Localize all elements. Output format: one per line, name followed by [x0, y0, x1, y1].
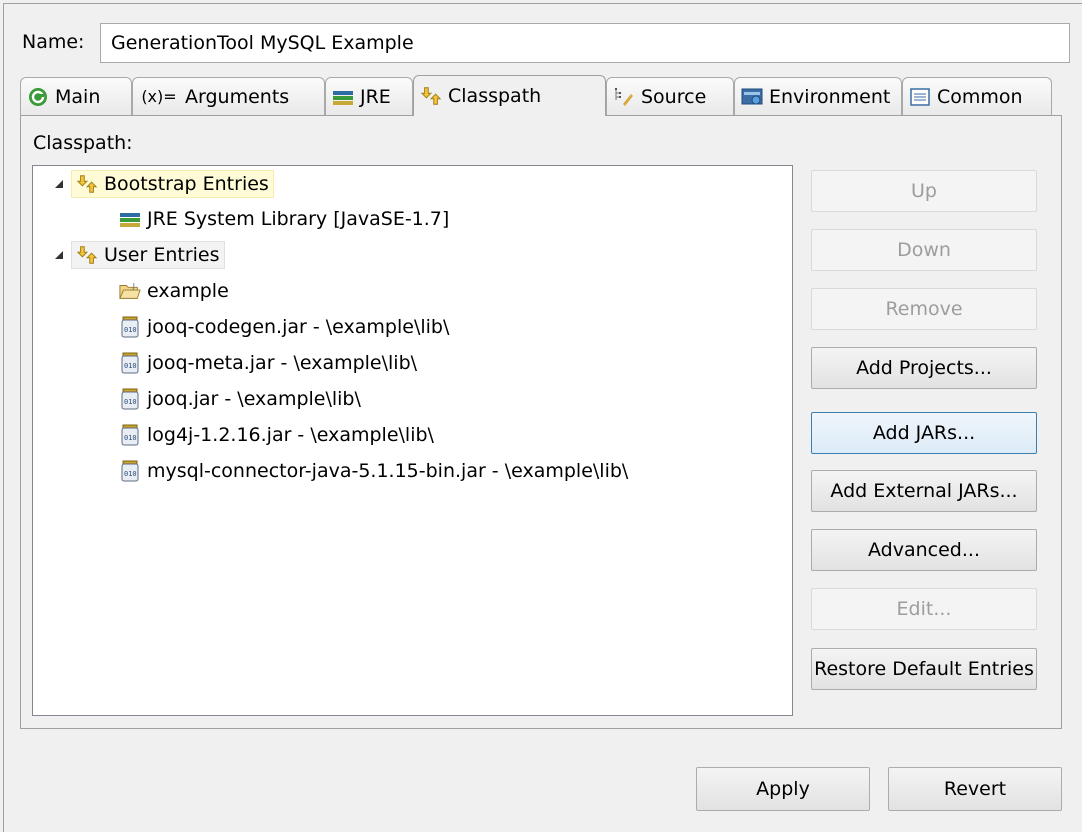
tab-source-label: Source — [641, 85, 707, 108]
tab-common[interactable]: Common — [902, 77, 1052, 115]
svg-text:010: 010 — [124, 398, 137, 406]
tab-arguments[interactable]: (x)= Arguments — [132, 77, 325, 115]
jar-file-icon: 010 — [119, 388, 141, 410]
tree-item-label: jooq.jar - \example\lib\ — [147, 388, 361, 410]
edit-button[interactable]: Edit... — [811, 588, 1037, 630]
remove-button[interactable]: Remove — [811, 288, 1037, 330]
svg-text:010: 010 — [124, 470, 137, 478]
tab-source[interactable]: Source — [606, 77, 734, 115]
tree-item-label: jooq-codegen.jar - \example\lib\ — [147, 316, 450, 338]
tab-common-label: Common — [937, 85, 1023, 108]
apply-button[interactable]: Apply — [696, 767, 870, 811]
svg-text:010: 010 — [124, 326, 137, 334]
add-external-jars-button[interactable]: Add External JARs... — [811, 470, 1037, 512]
tree-item[interactable]: 010 mysql-connector-java-5.1.15-bin.jar … — [119, 454, 628, 488]
tree-item[interactable]: J example — [119, 274, 229, 308]
tab-arguments-label: Arguments — [185, 85, 290, 108]
name-input[interactable]: GenerationTool MySQL Example — [100, 23, 1070, 63]
tree-item[interactable]: 010 jooq-meta.jar - \example\lib\ — [119, 346, 417, 380]
name-label: Name: — [22, 31, 85, 53]
down-button[interactable]: Down — [811, 229, 1037, 271]
restore-default-entries-button[interactable]: Restore Default Entries — [811, 648, 1037, 690]
jar-file-icon: 010 — [119, 424, 141, 446]
classpath-entries-icon — [76, 173, 98, 195]
expand-triangle-icon[interactable] — [53, 178, 65, 190]
classpath-panel: Classpath: Bootstrap Entries JRE System … — [20, 115, 1062, 729]
tree-node-bootstrap[interactable]: Bootstrap Entries — [53, 167, 274, 201]
environment-tab-icon — [741, 86, 763, 108]
source-tab-icon — [613, 86, 635, 108]
tab-classpath[interactable]: Classpath — [413, 75, 606, 116]
tree-item[interactable]: 010 jooq-codegen.jar - \example\lib\ — [119, 310, 449, 344]
tab-classpath-label: Classpath — [448, 85, 542, 107]
tree-item-label: mysql-connector-java-5.1.15-bin.jar - \e… — [147, 460, 629, 482]
project-folder-icon: J — [119, 280, 141, 302]
bootstrap-entries-label: Bootstrap Entries — [104, 173, 269, 195]
tree-node-user[interactable]: User Entries — [53, 238, 225, 272]
advanced-button[interactable]: Advanced... — [811, 529, 1037, 571]
launch-config-tabs: Main (x)= Arguments JRE Classpath Source… — [20, 75, 1060, 116]
jre-tab-icon — [332, 86, 354, 108]
tab-environment[interactable]: Environment — [734, 77, 902, 115]
svg-text:J: J — [132, 281, 135, 290]
tree-item[interactable]: JRE System Library [JavaSE-1.7] — [119, 202, 449, 236]
tree-item-label: JRE System Library [JavaSE-1.7] — [147, 208, 450, 230]
user-entries-label: User Entries — [104, 244, 220, 266]
add-jars-button[interactable]: Add JARs... — [811, 412, 1037, 454]
jar-file-icon: 010 — [119, 352, 141, 374]
main-tab-icon — [27, 86, 49, 108]
common-tab-icon — [909, 86, 931, 108]
tree-item-label: log4j-1.2.16.jar - \example\lib\ — [147, 424, 434, 446]
tab-jre[interactable]: JRE — [325, 77, 413, 115]
classpath-tab-icon — [420, 85, 442, 107]
tree-item[interactable]: 010 log4j-1.2.16.jar - \example\lib\ — [119, 418, 434, 452]
tab-environment-label: Environment — [769, 85, 891, 108]
tree-item[interactable]: 010 jooq.jar - \example\lib\ — [119, 382, 361, 416]
up-button[interactable]: Up — [811, 170, 1037, 212]
tree-item-label: example — [147, 280, 229, 302]
jre-library-icon — [119, 208, 141, 230]
tree-item-label: jooq-meta.jar - \example\lib\ — [147, 352, 418, 374]
svg-text:010: 010 — [124, 362, 137, 370]
arguments-tab-icon: (x)= — [141, 87, 177, 106]
revert-button[interactable]: Revert — [888, 767, 1062, 811]
classpath-label: Classpath: — [33, 132, 133, 154]
classpath-tree[interactable]: Bootstrap Entries JRE System Library [Ja… — [32, 165, 793, 716]
expand-triangle-icon[interactable] — [53, 249, 65, 261]
classpath-entries-icon — [76, 244, 98, 266]
jar-file-icon: 010 — [119, 316, 141, 338]
add-projects-button[interactable]: Add Projects... — [811, 347, 1037, 389]
svg-text:010: 010 — [124, 434, 137, 442]
tab-main-label: Main — [55, 85, 101, 108]
tab-jre-label: JRE — [360, 85, 391, 108]
tab-main[interactable]: Main — [20, 77, 132, 115]
jar-file-icon: 010 — [119, 460, 141, 482]
